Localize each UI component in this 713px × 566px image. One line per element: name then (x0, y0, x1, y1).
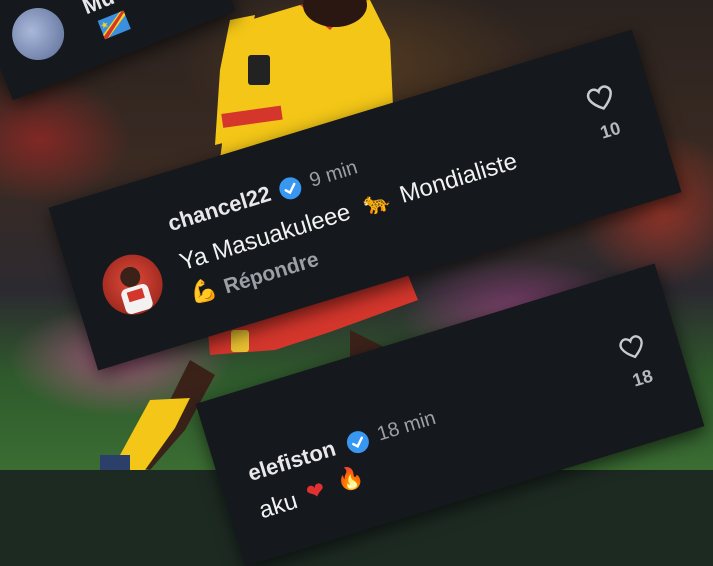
fire-emoji-icon: 🔥 (333, 462, 367, 495)
like-heart-icon[interactable] (582, 80, 619, 116)
avatar[interactable] (4, 0, 72, 68)
comment-text-partial: aku (255, 487, 301, 525)
verified-badge-icon (346, 431, 369, 454)
flexed-biceps-emoji-icon: 💪 (186, 274, 220, 307)
like-count: 18 (630, 365, 656, 391)
red-heart-emoji-icon: ❤ (303, 476, 329, 506)
comment-username[interactable]: elefiston (245, 436, 339, 487)
leopard-emoji-icon: 🐆 (360, 186, 394, 219)
like-heart-icon[interactable] (615, 330, 649, 363)
comment-time: 18 min (374, 406, 439, 446)
like-count: 10 (597, 117, 623, 143)
avatar-photo-icon (120, 266, 153, 315)
comment-time: 9 min (306, 156, 361, 192)
verified-badge-icon (279, 177, 302, 200)
avatar[interactable] (95, 247, 171, 323)
comment-text-part2: Mondialiste (396, 147, 521, 209)
flag-dr-congo-icon (97, 10, 131, 40)
